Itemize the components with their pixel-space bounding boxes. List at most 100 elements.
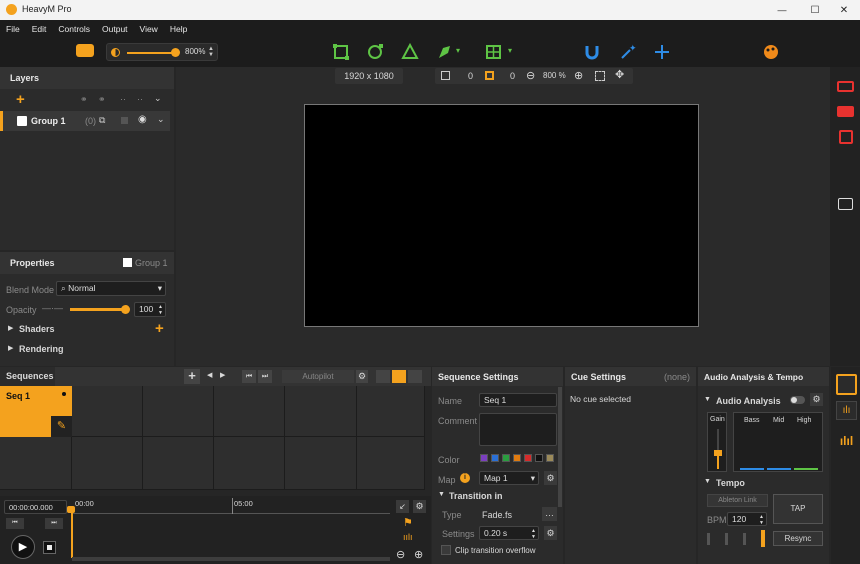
menu-view[interactable]: View bbox=[134, 20, 164, 38]
sequence-cell[interactable] bbox=[357, 437, 425, 490]
blend-mode-select[interactable]: ⌕ Normal ▾ bbox=[56, 281, 166, 296]
color-swatch[interactable] bbox=[524, 454, 532, 462]
autopilot-button[interactable]: Autopilot bbox=[282, 370, 354, 383]
link-icon[interactable]: ⧉ bbox=[99, 115, 105, 126]
timeline-prev-icon[interactable]: ⏮ bbox=[6, 518, 24, 529]
sequence-cell[interactable] bbox=[72, 437, 143, 490]
sequences-view-icon[interactable] bbox=[836, 374, 857, 395]
add-marker-icon[interactable]: ıılı bbox=[403, 532, 413, 542]
timeline-zoom-in-icon[interactable]: ⊕ bbox=[414, 548, 423, 561]
layers-stack-icon[interactable] bbox=[839, 130, 853, 144]
color-swatch[interactable] bbox=[546, 454, 554, 462]
timeline-next-icon[interactable]: ⏭ bbox=[45, 518, 63, 529]
color-swatch[interactable] bbox=[513, 454, 521, 462]
magic-wand-icon[interactable]: ✦ bbox=[618, 43, 636, 61]
map-select[interactable]: Map 1 ▾ bbox=[479, 471, 539, 485]
projector-icon[interactable] bbox=[76, 44, 94, 57]
settings-scrollbar[interactable] bbox=[558, 387, 562, 507]
sequences-tab[interactable]: Sequences bbox=[0, 367, 55, 386]
sequence-cell[interactable] bbox=[0, 437, 72, 490]
tap-button[interactable]: TAP bbox=[773, 494, 823, 524]
prev-icon[interactable]: ◀ bbox=[207, 371, 212, 379]
rendering-label[interactable]: Rendering bbox=[19, 344, 64, 354]
bpm-input[interactable]: 120 ▲ ▼ bbox=[727, 512, 767, 526]
chevron-down-icon[interactable]: ▼ bbox=[704, 396, 711, 403]
color-swatch[interactable] bbox=[491, 454, 499, 462]
playhead-handle[interactable] bbox=[67, 506, 75, 513]
sequence-cell[interactable] bbox=[143, 386, 214, 437]
frame-icon[interactable] bbox=[441, 71, 450, 80]
transition-in-label[interactable]: Transition in bbox=[449, 491, 503, 501]
video-settings-icon[interactable] bbox=[838, 198, 853, 210]
timecode-input[interactable]: 00:00:00.000 bbox=[4, 500, 67, 514]
color-swatch[interactable] bbox=[535, 454, 543, 462]
close-button[interactable]: ✕ bbox=[832, 2, 856, 18]
opacity-slider[interactable] bbox=[127, 52, 177, 54]
add-cue-icon[interactable]: ⚑ bbox=[403, 516, 413, 529]
pan-icon[interactable]: ✥ bbox=[615, 68, 624, 81]
chevron-down-icon[interactable]: ▼ bbox=[438, 491, 445, 498]
outline-rect-icon[interactable] bbox=[837, 81, 854, 92]
playhead[interactable] bbox=[71, 508, 73, 558]
audio-view-icon[interactable]: ılı bbox=[836, 401, 857, 420]
settings-input[interactable]: 0.20 s ▲ ▼ bbox=[479, 526, 539, 540]
properties-opacity-input[interactable]: 100 ▲ ▼ bbox=[134, 302, 166, 317]
gain-meter[interactable]: Gain bbox=[707, 412, 727, 472]
sequence-cell[interactable] bbox=[143, 437, 214, 490]
timeline-scrollbar[interactable] bbox=[72, 557, 390, 561]
add-shader-icon[interactable]: + bbox=[155, 320, 164, 337]
chevron-down-icon[interactable]: ▾ bbox=[456, 46, 460, 55]
resync-button[interactable]: Resync bbox=[773, 531, 823, 546]
menu-edit[interactable]: Edit bbox=[26, 20, 53, 38]
grid-surface-icon[interactable] bbox=[484, 43, 504, 61]
properties-opacity-slider[interactable] bbox=[70, 308, 126, 311]
tempo-label[interactable]: Tempo bbox=[716, 478, 745, 488]
color-swatch[interactable] bbox=[480, 454, 488, 462]
shaders-label[interactable]: Shaders bbox=[19, 324, 55, 334]
filled-rect-icon[interactable] bbox=[837, 106, 854, 117]
tempo-view-icon[interactable]: ılıl bbox=[836, 431, 857, 452]
edit-pencil-icon[interactable]: ✎ bbox=[51, 416, 72, 437]
timeline-zoom-out-icon[interactable]: ⊖ bbox=[396, 548, 405, 561]
audio-settings-icon[interactable]: ⚙ bbox=[810, 393, 823, 406]
type-browse-button[interactable]: … bbox=[542, 507, 557, 521]
chevron-down-icon[interactable]: ▾ bbox=[508, 46, 512, 55]
add-sequence-icon[interactable]: + bbox=[184, 369, 200, 384]
color-swatch[interactable] bbox=[502, 454, 510, 462]
select-surface-icon[interactable] bbox=[332, 43, 350, 61]
shrink-icon[interactable]: ↙ bbox=[396, 500, 409, 513]
layer-action-icon[interactable]: ·· bbox=[120, 94, 126, 104]
timeline-ruler[interactable]: 00:00 05:00 bbox=[72, 498, 390, 514]
chevron-right-icon[interactable]: ▶ bbox=[8, 324, 13, 332]
stop-button[interactable] bbox=[43, 541, 56, 554]
palette-icon[interactable] bbox=[762, 43, 780, 61]
skip-forward-icon[interactable]: ⏭ bbox=[258, 370, 272, 383]
properties-opacity-handle[interactable] bbox=[121, 305, 130, 314]
ableton-link-button[interactable]: Ableton Link bbox=[707, 494, 768, 507]
zoom-in-icon[interactable]: ⊕ bbox=[574, 69, 583, 82]
layer-action-icon[interactable]: ·· bbox=[137, 94, 143, 104]
fit-icon[interactable] bbox=[485, 71, 494, 80]
triangle-shape-icon[interactable] bbox=[401, 43, 419, 61]
next-icon[interactable]: ▶ bbox=[220, 371, 225, 379]
timeline-settings-icon[interactable]: ⚙ bbox=[413, 500, 426, 513]
sequence-cell-active[interactable]: Seq 1 ✎ bbox=[0, 386, 72, 437]
stepper-icon[interactable]: ▲ ▼ bbox=[759, 514, 764, 526]
autopilot-settings-icon[interactable]: ⚙ bbox=[356, 370, 368, 383]
chevron-down-icon[interactable]: ▼ bbox=[704, 478, 711, 485]
mode-dot-3[interactable] bbox=[408, 370, 422, 383]
magnet-icon[interactable] bbox=[583, 43, 601, 61]
audio-analysis-label[interactable]: Audio Analysis bbox=[716, 396, 781, 406]
clip-overflow-checkbox[interactable] bbox=[441, 545, 451, 555]
play-button[interactable]: ▶ bbox=[11, 535, 35, 559]
fit-screen-icon[interactable] bbox=[595, 71, 605, 81]
opacity-slider-handle[interactable] bbox=[171, 48, 180, 57]
audio-toggle[interactable] bbox=[790, 396, 805, 404]
chevron-down-icon[interactable]: ⌄ bbox=[157, 114, 165, 125]
menu-file[interactable]: File bbox=[0, 20, 26, 38]
menu-help[interactable]: Help bbox=[164, 20, 193, 38]
clip-overflow-label[interactable]: Clip transition overflow bbox=[455, 546, 535, 555]
map-settings-icon[interactable]: ⚙ bbox=[544, 471, 557, 485]
layer-action-icon[interactable]: ⚭ bbox=[80, 94, 88, 105]
menu-controls[interactable]: Controls bbox=[52, 20, 96, 38]
